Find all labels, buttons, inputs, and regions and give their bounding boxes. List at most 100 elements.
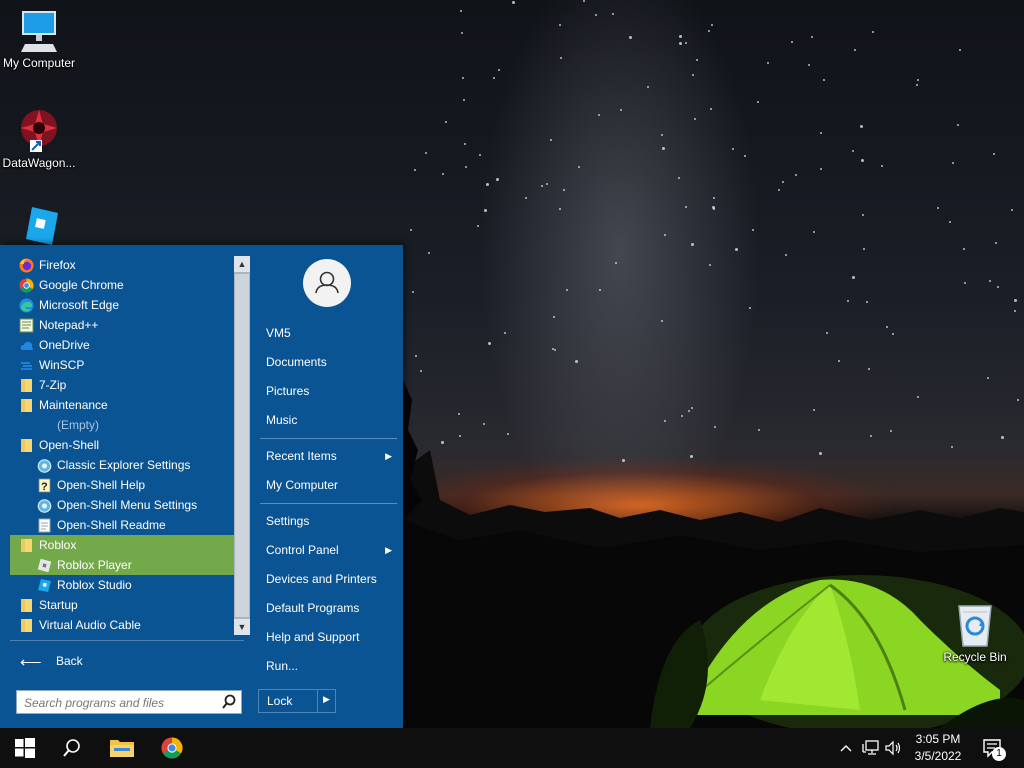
user-avatar[interactable] <box>303 259 351 307</box>
program-item-roblox-player[interactable]: Roblox Player <box>10 555 236 575</box>
openshell-settings-icon <box>37 459 52 473</box>
program-item-microsoft-edge[interactable]: Microsoft Edge <box>10 295 236 315</box>
program-item-open-shell-readme[interactable]: Open-Shell Readme <box>10 515 236 535</box>
firefox-icon <box>19 258 34 273</box>
clock[interactable]: 3:05 PM 3/5/2022 <box>896 731 980 765</box>
back-arrow-icon: ⟵ <box>20 654 42 671</box>
program-item-open-shell-menu-settings[interactable]: Open-Shell Menu Settings <box>10 495 236 515</box>
clock-time: 3:05 PM <box>915 732 961 746</box>
desktop-icon-roblox-studio[interactable] <box>0 205 78 247</box>
menu-item-label: Default Programs <box>266 601 360 615</box>
svg-text:?: ? <box>41 481 48 493</box>
menu-separator <box>260 503 397 504</box>
program-label: WinSCP <box>39 358 85 372</box>
menu-item-label: Pictures <box>266 384 310 398</box>
help-icon: ? <box>38 478 51 493</box>
start-button[interactable] <box>0 728 48 768</box>
program-item-roblox-studio[interactable]: Roblox Studio <box>10 575 236 595</box>
notification-count-badge: 1 <box>992 747 1006 761</box>
program-item-startup[interactable]: Startup <box>10 595 236 615</box>
back-button[interactable]: ⟵ Back <box>10 640 244 681</box>
folder-icon <box>21 399 32 412</box>
menu-item-documents[interactable]: Documents <box>260 348 398 376</box>
edge-icon <box>19 298 34 313</box>
program-item-virtual-audio-cable[interactable]: Virtual Audio Cable <box>10 615 236 635</box>
program-item-classic-explorer-settings[interactable]: Classic Explorer Settings <box>10 455 236 475</box>
desktop-icon-label: Recycle Bin <box>943 650 1007 664</box>
lock-label: Lock <box>267 694 293 708</box>
openshell-settings-icon <box>37 499 52 513</box>
menu-item-devices-and-printers[interactable]: Devices and Printers <box>260 565 398 593</box>
program-label: Classic Explorer Settings <box>57 458 191 472</box>
program-item-winscp[interactable]: WinSCP <box>10 355 236 375</box>
roblox-studio-icon <box>38 579 51 592</box>
desktop-icon-datawagon[interactable]: DataWagon... <box>0 106 78 170</box>
desktop-icon-label: DataWagon... <box>2 156 76 170</box>
program-label: Startup <box>39 598 78 612</box>
menu-separator <box>260 438 397 439</box>
search-icon[interactable] <box>221 694 237 710</box>
menu-item-pictures[interactable]: Pictures <box>260 377 398 405</box>
menu-item-settings[interactable]: Settings <box>260 507 398 535</box>
lock-options-chevron-icon[interactable]: ▶ <box>323 694 330 705</box>
desktop-icon-my-computer[interactable]: My Computer <box>0 8 78 70</box>
lock-button[interactable]: Lock ▶ <box>258 689 336 713</box>
scroll-down-button[interactable]: ▼ <box>234 619 250 635</box>
submenu-chevron-icon: ▶ <box>385 545 392 555</box>
program-label: Roblox Studio <box>57 578 132 592</box>
program-item-firefox[interactable]: Firefox <box>10 255 236 275</box>
search-input[interactable] <box>22 693 216 713</box>
menu-item-my-computer[interactable]: My Computer <box>260 471 398 499</box>
menu-item-help-and-support[interactable]: Help and Support <box>260 623 398 651</box>
program-label: Firefox <box>39 258 76 272</box>
program-item-google-chrome[interactable]: Google Chrome <box>10 275 236 295</box>
menu-item-run[interactable]: Run... <box>260 652 398 680</box>
roblox-studio-icon <box>26 207 58 245</box>
menu-item-default-programs[interactable]: Default Programs <box>260 594 398 622</box>
chrome-button[interactable] <box>148 728 196 768</box>
tray-network-icon[interactable] <box>862 740 880 756</box>
program-label: Open-Shell Help <box>57 478 146 492</box>
notifications-button[interactable]: 1 <box>980 736 1010 762</box>
programs-scrollbar[interactable]: ▲ ▼ <box>234 256 250 635</box>
scroll-thumb[interactable] <box>235 274 249 617</box>
user-name: VM5 <box>266 326 291 340</box>
program-item-notepad[interactable]: Notepad++ <box>10 315 236 335</box>
winscp-icon <box>21 362 32 370</box>
search-box[interactable] <box>16 690 242 714</box>
clock-date: 3/5/2022 <box>914 749 962 763</box>
menu-item-recent-items[interactable]: Recent Items ▶ <box>260 442 398 470</box>
chevron-up-icon <box>840 745 852 752</box>
recycle-bin-icon <box>958 605 992 647</box>
menu-item-music[interactable]: Music <box>260 406 398 434</box>
program-item-open-shell[interactable]: Open-Shell <box>10 435 236 455</box>
search-icon <box>63 739 80 757</box>
folder-icon <box>21 599 32 612</box>
program-label: Microsoft Edge <box>39 298 120 312</box>
menu-item-label: Run... <box>266 659 299 673</box>
program-item-roblox[interactable]: Roblox <box>10 535 236 555</box>
file-explorer-button[interactable] <box>98 728 146 768</box>
scroll-up-button[interactable]: ▲ <box>234 256 250 272</box>
menu-item-label: Control Panel <box>266 543 339 557</box>
menu-item-label: Settings <box>266 514 310 528</box>
program-item-7-zip[interactable]: 7-Zip <box>10 375 236 395</box>
program-item-maintenance[interactable]: Maintenance <box>10 395 236 415</box>
file-explorer-icon <box>110 740 134 757</box>
program-label: Roblox <box>39 538 77 552</box>
chrome-icon <box>161 737 183 759</box>
user-name-item[interactable]: VM5 <box>260 319 398 347</box>
folder-icon <box>21 439 32 452</box>
right-pane: VM5 Documents Pictures Music Recent Items ▶ My… <box>254 245 403 728</box>
search-button[interactable] <box>48 728 96 768</box>
program-item-open-shell-help[interactable]: ? Open-Shell Help <box>10 475 236 495</box>
program-item-onedrive[interactable]: OneDrive <box>10 335 236 355</box>
menu-item-control-panel[interactable]: Control Panel ▶ <box>260 536 398 564</box>
desktop-icon-recycle-bin[interactable]: Recycle Bin <box>936 602 1014 664</box>
program-label: Roblox Player <box>57 558 132 572</box>
folder-icon <box>21 619 32 632</box>
tray-chevron-up-icon[interactable] <box>838 740 854 756</box>
menu-item-label: Recent Items <box>266 449 337 463</box>
network-icon <box>862 740 879 755</box>
menu-item-label: My Computer <box>266 478 339 492</box>
